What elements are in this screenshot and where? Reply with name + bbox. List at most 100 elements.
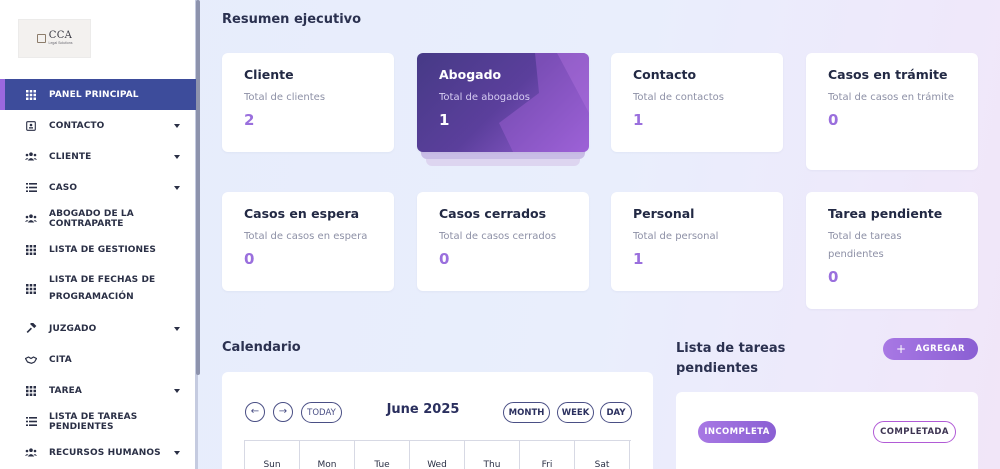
calendar-day-header: Fri [520,441,575,469]
calendar-today-button[interactable]: TODAY [301,402,342,423]
card-subtitle: Total de clientes [244,92,326,103]
calendar-title: Calendario [222,340,301,355]
card-casos-espera[interactable]: Casos en espera Total de casos en espera… [222,192,394,291]
sidebar-item-cliente[interactable]: CLIENTE [0,141,196,172]
card-title: Casos en trámite [828,67,948,82]
calendar-month-title: June 2025 [386,402,460,417]
card-value: 0 [439,250,450,268]
card-tarea-pendiente[interactable]: Tarea pendiente Total de tareas pendient… [806,192,978,309]
sidebar-nav: PANEL PRINCIPAL CONTACTO CLIENTE CASO AB… [0,79,196,468]
sidebar-item-label: LISTA DE TAREAS PENDIENTES [49,411,138,432]
sidebar-item-label: CONTACTO [49,120,105,131]
calendar-grid-header: Sun Mon Tue Wed Thu Fri Sat [244,440,631,469]
card-value: 0 [828,268,839,286]
chevron-down-icon [174,450,180,455]
summary-title: Resumen ejecutivo [222,12,362,27]
grid-icon [24,284,38,294]
grid-icon [24,244,38,255]
plus-icon: + [895,342,907,356]
card-casos-cerrados[interactable]: Casos cerrados Total de casos cerrados 0 [417,192,589,291]
complete-filter-badge[interactable]: COMPLETADA [873,421,956,443]
card-subtitle: Total de abogados [439,92,530,103]
calendar-next-button[interactable]: → [273,402,293,422]
logo-mark-icon [36,34,46,43]
grid-icon [24,385,38,396]
users-icon [24,152,38,161]
card-title: Personal [633,206,695,221]
sidebar-item-label: LISTA DE FECHAS DE PROGRAMACIÓN [49,275,156,302]
calendar-day-header: Thu [465,441,520,469]
sidebar-item-cita[interactable]: CITA [0,344,196,375]
calendar-month-view-button[interactable]: MONTH [503,402,550,423]
card-title: Tarea pendiente [828,206,943,221]
sidebar-item-label: TAREA [49,385,82,396]
calendar-day-header: Sat [575,441,630,469]
card-subtitle: Total de casos en espera [244,231,368,242]
arrow-right-icon: → [278,406,288,417]
sidebar: CCA Legal Solutions PANEL PRINCIPAL CONT… [0,0,198,469]
card-personal[interactable]: Personal Total de personal 1 [611,192,783,291]
sidebar-item-tareas-pendientes[interactable]: LISTA DE TAREAS PENDIENTES [0,406,196,437]
card-stack-shadow [426,159,580,166]
card-title: Casos cerrados [439,206,547,221]
calendar-day-header: Mon [300,441,355,469]
card-abogado[interactable]: Abogado Total de abogados 1 [417,53,589,152]
sidebar-item-recursos-humanos[interactable]: RECURSOS HUMANOS [0,437,196,468]
sidebar-item-caso[interactable]: CASO [0,172,196,203]
sidebar-item-label: CLIENTE [49,151,92,162]
card-subtitle: Total de contactos [633,92,724,103]
users-icon [24,448,38,457]
chevron-down-icon [174,154,180,159]
sidebar-item-contacto[interactable]: CONTACTO [0,110,196,141]
card-cliente[interactable]: Cliente Total de clientes 2 [222,53,394,152]
sidebar-item-label: JUZGADO [49,323,97,334]
logo-tagline: Legal Solutions [48,41,73,46]
card-stack-shadow [421,151,585,159]
incomplete-filter-badge[interactable]: INCOMPLETA [698,421,776,443]
grid-icon [24,89,38,100]
sidebar-item-label: LISTA DE GESTIONES [49,244,156,255]
list-icon [24,183,38,192]
sidebar-scrollbar[interactable] [196,0,200,375]
sidebar-item-label: PANEL PRINCIPAL [49,89,139,100]
card-subtitle: Total de casos cerrados [439,231,557,242]
calendar-week-view-button[interactable]: WEEK [557,402,594,423]
chevron-down-icon [174,123,180,128]
logo-text: CCA [48,30,73,42]
sidebar-item-label: ABOGADO DE LA CONTRAPARTE [49,208,134,229]
card-title: Casos en espera [244,206,360,221]
card-value: 0 [244,250,255,268]
contact-card-icon [24,120,38,131]
add-task-button[interactable]: + AGREGAR [883,338,978,360]
card-value: 2 [244,111,255,129]
tasks-title: Lista de tareas pendientes [676,341,786,376]
gavel-icon [24,323,38,334]
card-contacto[interactable]: Contacto Total de contactos 1 [611,53,783,152]
sidebar-item-panel-principal[interactable]: PANEL PRINCIPAL [0,79,196,110]
chevron-down-icon [174,326,180,331]
card-subtitle: Total de casos en trámite [828,92,954,103]
card-casos-tramite[interactable]: Casos en trámite Total de casos en trámi… [806,53,978,170]
add-task-label: AGREGAR [915,344,966,354]
card-title: Abogado [439,67,502,82]
logo[interactable]: CCA Legal Solutions [18,19,91,58]
sidebar-item-abogado-contraparte[interactable]: ABOGADO DE LA CONTRAPARTE [0,203,196,234]
calendar-day-view-button[interactable]: DAY [600,402,632,423]
calendar-day-header: Sun [245,441,300,469]
card-value: 1 [633,111,644,129]
card-subtitle: Total de personal [633,231,719,242]
card-value: 0 [828,111,839,129]
sidebar-item-label: CITA [49,354,72,365]
users-icon [24,214,38,223]
card-value: 1 [439,111,450,129]
calendar-prev-button[interactable]: ← [245,402,265,422]
card-subtitle: Total de tareas pendientes [828,231,902,260]
chevron-down-icon [174,388,180,393]
card-title: Cliente [244,67,294,82]
sidebar-item-lista-gestiones[interactable]: LISTA DE GESTIONES [0,234,196,265]
calendar-day-header: Wed [410,441,465,469]
chevron-down-icon [174,185,180,190]
sidebar-item-tarea[interactable]: TAREA [0,375,196,406]
sidebar-item-fechas-programacion[interactable]: LISTA DE FECHAS DE PROGRAMACIÓN [0,265,196,313]
sidebar-item-juzgado[interactable]: JUZGADO [0,313,196,344]
